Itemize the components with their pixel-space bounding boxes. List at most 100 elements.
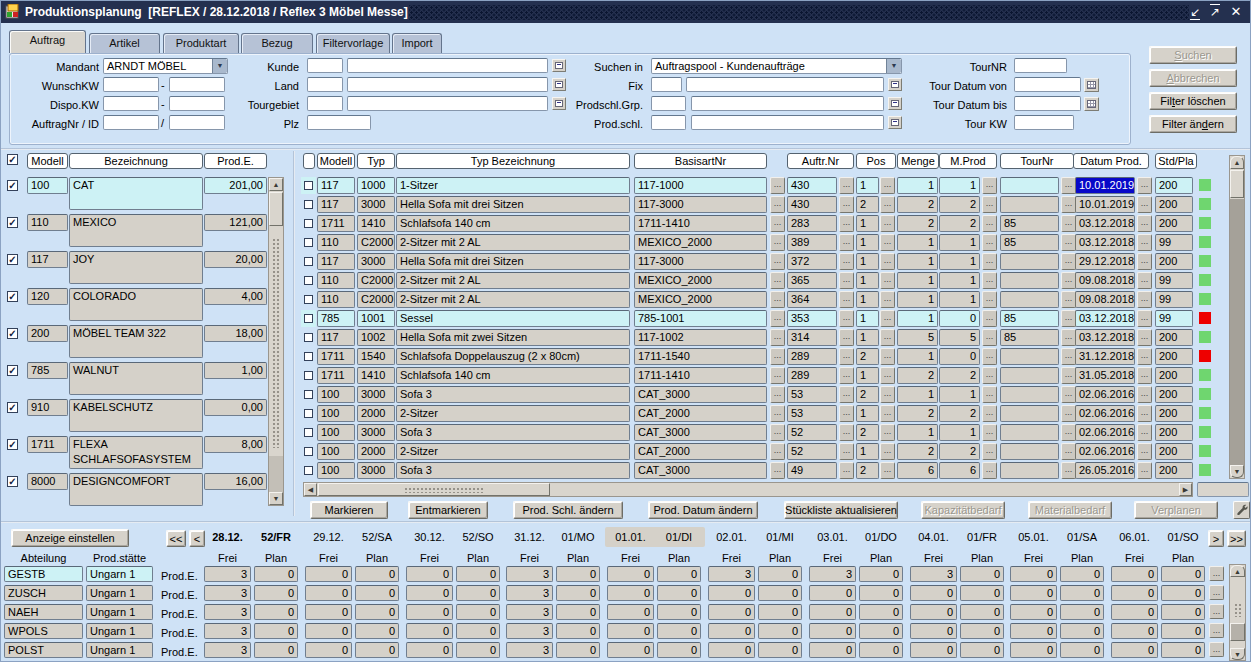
right-grid-lov-button[interactable]: ... xyxy=(770,177,785,194)
schedule-prodstaette-cell[interactable]: Ungarn 1 xyxy=(86,585,153,601)
right-grid-auftrnr-cell[interactable]: 364 xyxy=(787,291,837,308)
materialbedarf-button[interactable]: Materialbedarf xyxy=(1028,501,1112,519)
left-grid-modell-cell[interactable]: 910 xyxy=(27,399,68,416)
prodschlgrp-lov-button[interactable] xyxy=(888,97,902,110)
right-grid-lov-button[interactable]: ... xyxy=(1137,253,1152,270)
right-grid-typ-bezeichnung-cell[interactable]: Sofa 3 xyxy=(396,462,630,479)
left-grid-row-checkbox[interactable]: ✓ xyxy=(7,328,18,339)
right-grid-pos-cell[interactable]: 1 xyxy=(856,310,879,327)
right-grid-std-cell[interactable]: 200 xyxy=(1155,177,1193,194)
dispokw-von-field[interactable] xyxy=(103,96,159,111)
next-button[interactable]: > xyxy=(1208,530,1224,547)
schedule-lov-button[interactable]: ... xyxy=(1209,585,1224,600)
abbrechen-button[interactable]: Abbrechen xyxy=(1149,69,1237,87)
day-week-header[interactable]: 01/SA xyxy=(1060,531,1104,544)
left-grid-modell-cell[interactable]: 785 xyxy=(27,362,68,379)
right-grid-pos-cell[interactable]: 1 xyxy=(856,405,879,422)
right-grid-datum-cell[interactable]: 31.05.2018 xyxy=(1075,367,1135,384)
right-grid-mprod-cell[interactable]: 2 xyxy=(939,215,980,232)
right-grid-typ-bezeichnung-cell[interactable]: 2-Sitzer mit 2 AL xyxy=(396,291,630,308)
schedule-frei-cell[interactable]: 0 xyxy=(1111,623,1158,639)
right-grid-datum-cell[interactable]: 31.12.2018 xyxy=(1075,348,1135,365)
schedule-plan-cell[interactable]: 0 xyxy=(456,566,500,582)
day-date-header[interactable]: 28.12. xyxy=(204,531,251,544)
right-grid-pos-cell[interactable]: 1 xyxy=(856,272,879,289)
schedule-lov-button[interactable]: ... xyxy=(1209,566,1224,581)
tour-datum-bis-field[interactable] xyxy=(1014,96,1081,111)
schedule-frei-cell[interactable]: 0 xyxy=(406,623,453,639)
right-grid-tournr-cell[interactable] xyxy=(1000,291,1059,308)
auftragnr-field[interactable] xyxy=(103,115,159,130)
right-grid-datum-cell[interactable]: 26.05.2016 xyxy=(1075,462,1135,479)
right-grid-lov-button[interactable]: ... xyxy=(880,253,895,270)
right-grid-lov-button[interactable]: ... xyxy=(1061,405,1076,422)
right-grid-datum-cell[interactable]: 03.12.2018 xyxy=(1075,234,1135,251)
wunschkw-bis-field[interactable] xyxy=(169,77,225,92)
right-grid-header-auftr-nr[interactable]: Auftr.Nr xyxy=(787,153,854,169)
minimize-button[interactable]: ↙ xyxy=(1186,3,1204,21)
right-grid-mprod-cell[interactable]: 2 xyxy=(939,405,980,422)
schedule-scrollbar[interactable]: ▲▼ xyxy=(1229,564,1246,661)
schedule-plan-cell[interactable]: 0 xyxy=(1060,604,1104,620)
right-grid-auftrnr-cell[interactable]: 53 xyxy=(787,405,837,422)
tour-datum-von-field[interactable] xyxy=(1014,77,1081,92)
left-grid-bezeichnung-cell[interactable]: FLEXA SCHLAFSOFASYSTEM xyxy=(69,436,203,469)
prodschlgrp-nr-field[interactable] xyxy=(651,96,686,111)
right-grid-lov-button[interactable]: ... xyxy=(880,367,895,384)
right-grid-typ-bezeichnung-cell[interactable]: 1-Sitzer xyxy=(396,177,630,194)
schedule-frei-cell[interactable]: 0 xyxy=(1010,623,1057,639)
day-date-header[interactable]: 06.01. xyxy=(1111,531,1158,544)
prev-button[interactable]: < xyxy=(189,530,205,547)
right-grid-auftrnr-cell[interactable]: 52 xyxy=(787,424,837,441)
right-grid-lov-button[interactable]: ... xyxy=(1061,386,1076,403)
schedule-frei-cell[interactable]: 3 xyxy=(204,585,251,601)
right-grid-lov-button[interactable]: ... xyxy=(839,367,854,384)
right-grid-pos-cell[interactable]: 1 xyxy=(856,443,879,460)
right-grid-basisartnr-cell[interactable]: 117-1002 xyxy=(634,329,767,346)
tab-filtervorlage[interactable]: Filtervorlage xyxy=(316,33,390,53)
scroll-up-icon[interactable]: ▲ xyxy=(1230,565,1245,577)
right-grid-header-modell[interactable]: Modell xyxy=(317,153,355,169)
schedule-plan-cell[interactable]: 0 xyxy=(1060,566,1104,582)
right-grid-menge-cell[interactable]: 1 xyxy=(897,310,938,327)
suchen-button[interactable]: Suchen xyxy=(1149,46,1237,64)
schedule-plan-cell[interactable]: 0 xyxy=(657,604,701,620)
schedule-plan-cell[interactable]: 0 xyxy=(556,604,600,620)
right-grid-basisartnr-cell[interactable]: 785-1001 xyxy=(634,310,767,327)
right-grid-lov-button[interactable]: ... xyxy=(982,329,997,346)
schedule-plan-cell[interactable]: 0 xyxy=(657,566,701,582)
schedule-plan-cell[interactable]: 0 xyxy=(556,623,600,639)
schedule-plan-cell[interactable]: 0 xyxy=(657,642,701,658)
left-grid-prode-cell[interactable]: 16,00 xyxy=(204,473,267,490)
right-grid-pos-cell[interactable]: 2 xyxy=(856,424,879,441)
schedule-frei-cell[interactable]: 0 xyxy=(1111,604,1158,620)
schedule-plan-cell[interactable]: 0 xyxy=(355,623,399,639)
schedule-frei-cell[interactable]: 0 xyxy=(1010,604,1057,620)
schedule-frei-cell[interactable]: 0 xyxy=(607,604,654,620)
left-grid-row-checkbox[interactable]: ✓ xyxy=(7,217,18,228)
scrollbar-thumb[interactable] xyxy=(269,192,283,226)
right-grid-header-typ[interactable]: Typ xyxy=(357,153,395,169)
right-grid-lov-button[interactable]: ... xyxy=(839,329,854,346)
schedule-frei-cell[interactable]: 0 xyxy=(607,585,654,601)
right-grid-std-cell[interactable]: 200 xyxy=(1155,196,1193,213)
right-grid-mprod-cell[interactable]: 0 xyxy=(939,348,980,365)
right-grid-typ-cell[interactable]: 1410 xyxy=(357,215,395,232)
right-grid-lov-button[interactable]: ... xyxy=(1137,291,1152,308)
left-grid-prode-cell[interactable]: 4,00 xyxy=(204,288,267,305)
schedule-frei-cell[interactable]: 3 xyxy=(506,623,553,639)
schedule-frei-cell[interactable]: 0 xyxy=(305,623,352,639)
schedule-plan-cell[interactable]: 0 xyxy=(960,566,1004,582)
right-grid-lov-button[interactable]: ... xyxy=(770,443,785,460)
right-grid-auftrnr-cell[interactable]: 430 xyxy=(787,196,837,213)
right-grid-lov-button[interactable]: ... xyxy=(982,196,997,213)
right-grid-lov-button[interactable]: ... xyxy=(770,348,785,365)
right-grid-lov-button[interactable]: ... xyxy=(839,272,854,289)
entmarkieren-button[interactable]: Entmarkieren xyxy=(408,501,488,519)
schedule-plan-cell[interactable]: 0 xyxy=(456,604,500,620)
right-grid-tournr-cell[interactable] xyxy=(1000,462,1059,479)
right-grid-lov-button[interactable]: ... xyxy=(839,177,854,194)
right-grid-typ-bezeichnung-cell[interactable]: Sessel xyxy=(396,310,630,327)
right-grid-menge-cell[interactable]: 2 xyxy=(897,443,938,460)
right-grid-menge-cell[interactable]: 2 xyxy=(897,367,938,384)
